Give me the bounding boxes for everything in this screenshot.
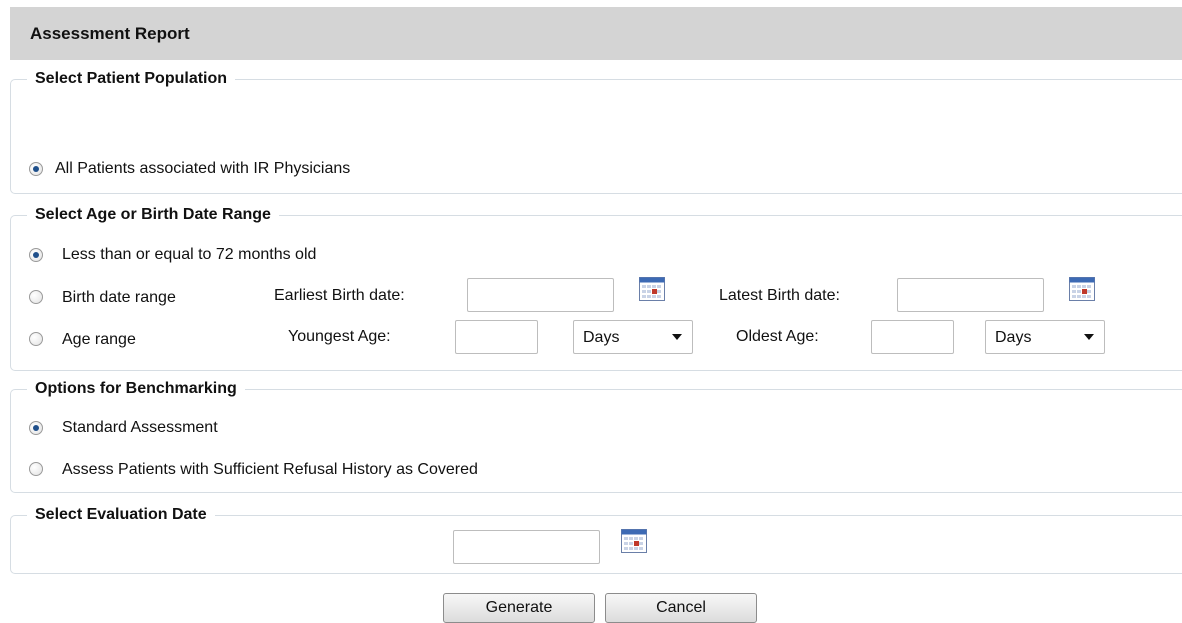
chevron-down-icon xyxy=(1084,334,1094,340)
age-range-label: Age range xyxy=(62,331,136,348)
page-header: Assessment Report xyxy=(10,7,1182,60)
evaluation-calendar-icon[interactable] xyxy=(621,529,647,553)
latest-birth-date-input[interactable] xyxy=(897,278,1044,312)
all-patients-radio[interactable] xyxy=(29,162,43,176)
birth-date-range-label: Birth date range xyxy=(62,289,176,306)
patient-population-section: Select Patient Population All Patients a… xyxy=(10,70,1182,194)
standard-assessment-label: Standard Assessment xyxy=(62,419,218,436)
le72-months-label: Less than or equal to 72 months old xyxy=(62,246,317,263)
earliest-birth-date-input[interactable] xyxy=(467,278,614,312)
age-range-section: Select Age or Birth Date Range Less than… xyxy=(10,206,1182,371)
oldest-age-label: Oldest Age: xyxy=(736,328,819,345)
youngest-age-label: Youngest Age: xyxy=(288,328,391,345)
latest-calendar-icon[interactable] xyxy=(1069,277,1095,301)
youngest-age-unit-select[interactable]: Days xyxy=(573,320,693,354)
latest-birth-date-label: Latest Birth date: xyxy=(719,287,840,304)
refusal-history-label: Assess Patients with Sufficient Refusal … xyxy=(62,461,478,478)
generate-button[interactable]: Generate xyxy=(443,593,595,623)
earliest-birth-date-label: Earliest Birth date: xyxy=(274,287,405,304)
le72-months-radio[interactable] xyxy=(29,248,43,262)
benchmarking-section: Options for Benchmarking Standard Assess… xyxy=(10,380,1182,493)
age-range-legend: Select Age or Birth Date Range xyxy=(27,206,279,224)
page-title: Assessment Report xyxy=(30,24,190,43)
chevron-down-icon xyxy=(672,334,682,340)
oldest-age-unit-value: Days xyxy=(995,329,1032,346)
evaluation-date-input[interactable] xyxy=(453,530,600,564)
oldest-age-unit-select[interactable]: Days xyxy=(985,320,1105,354)
oldest-age-input[interactable] xyxy=(871,320,954,354)
refusal-history-radio[interactable] xyxy=(29,462,43,476)
patient-population-legend: Select Patient Population xyxy=(27,70,236,88)
evaluation-date-legend: Select Evaluation Date xyxy=(27,506,215,524)
earliest-calendar-icon[interactable] xyxy=(639,277,665,301)
cancel-button[interactable]: Cancel xyxy=(605,593,757,623)
benchmarking-legend: Options for Benchmarking xyxy=(27,380,245,398)
standard-assessment-radio[interactable] xyxy=(29,421,43,435)
evaluation-date-section: Select Evaluation Date xyxy=(10,506,1182,574)
youngest-age-input[interactable] xyxy=(455,320,538,354)
all-patients-label: All Patients associated with IR Physicia… xyxy=(55,160,351,177)
age-range-radio[interactable] xyxy=(29,332,43,346)
birth-date-range-radio[interactable] xyxy=(29,290,43,304)
youngest-age-unit-value: Days xyxy=(583,329,620,346)
